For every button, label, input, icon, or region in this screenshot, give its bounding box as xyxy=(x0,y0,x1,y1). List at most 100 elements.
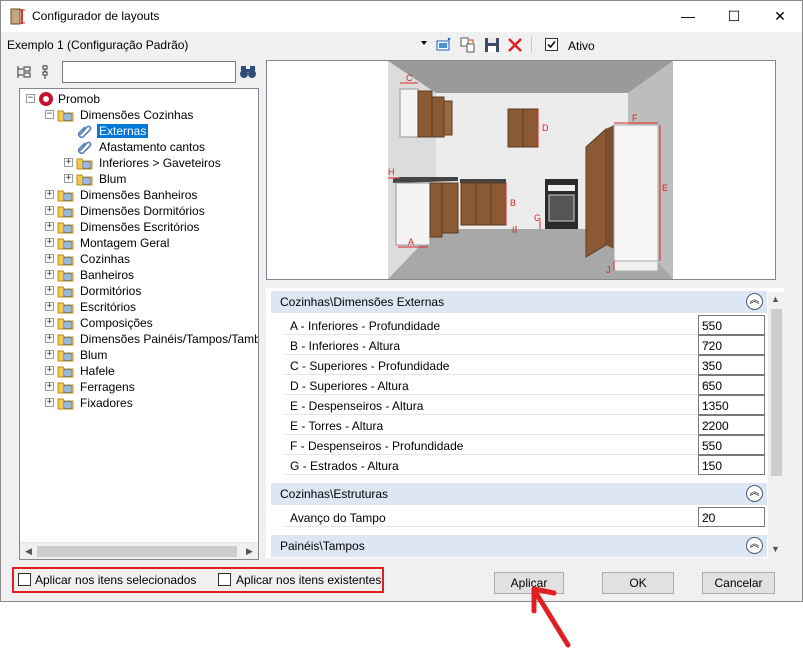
cancel-button[interactable]: Cancelar xyxy=(702,572,775,594)
scroll-down-icon[interactable]: ▼ xyxy=(771,544,780,554)
ok-button[interactable]: OK xyxy=(602,572,674,594)
property-value-dropdown[interactable]: 20 ⌵ xyxy=(698,507,765,527)
chevron-down-icon[interactable]: ⌵ xyxy=(702,417,760,430)
tree-node[interactable]: − Dimensões Cozinhas xyxy=(45,107,258,123)
apply-selected-checkbox[interactable] xyxy=(18,573,31,586)
tree-expander[interactable]: + xyxy=(45,398,54,407)
tree-expander[interactable]: + xyxy=(45,206,54,215)
apply-existing-checkbox[interactable] xyxy=(218,573,231,586)
tree-expander[interactable]: + xyxy=(64,158,73,167)
chevron-down-icon[interactable]: ⌵ xyxy=(702,509,760,522)
tree-node-label: Externas xyxy=(97,124,149,138)
tree-node[interactable]: + Dimensões Banheiros xyxy=(45,187,258,203)
tree-expander[interactable]: + xyxy=(45,286,54,295)
apply-selected-label[interactable]: Aplicar nos itens selecionados xyxy=(35,573,196,587)
property-value-dropdown[interactable]: 550 ⌵ xyxy=(698,435,765,455)
tree-node[interactable]: + Escritórios xyxy=(45,299,258,315)
collapse-tree-icon[interactable] xyxy=(39,63,57,81)
chevron-down-icon[interactable]: ⌵ xyxy=(702,377,760,390)
tree-node[interactable]: + Blum xyxy=(45,347,258,363)
layout-dropdown-icon[interactable] xyxy=(421,41,427,45)
new-layout-icon[interactable] xyxy=(435,36,453,54)
tree-expander[interactable]: + xyxy=(45,190,54,199)
property-value-dropdown[interactable]: 1350 ⌵ xyxy=(698,395,765,415)
tree-node[interactable]: + Hafele xyxy=(45,363,258,379)
folder-icon xyxy=(57,382,74,394)
tree-node[interactable]: + Dimensões Painéis/Tampos/Tambura xyxy=(45,331,258,347)
property-category-header[interactable]: Painéis\Tampos ︽ xyxy=(271,535,767,557)
tree-node[interactable]: + Dimensões Escritórios xyxy=(45,219,258,235)
tree-expander[interactable]: + xyxy=(45,302,54,311)
scroll-right-icon[interactable]: ▶ xyxy=(246,546,253,557)
tree-node[interactable]: + Montagem Geral xyxy=(45,235,258,251)
save-icon[interactable] xyxy=(483,36,501,54)
chevron-down-icon[interactable]: ⌵ xyxy=(702,457,760,470)
property-value-dropdown[interactable]: 350 ⌵ xyxy=(698,355,765,375)
chevron-down-icon[interactable]: ⌵ xyxy=(702,337,760,350)
close-button[interactable]: ✕ xyxy=(757,1,803,32)
maximize-button[interactable]: ☐ xyxy=(711,1,757,32)
scroll-thumb[interactable] xyxy=(771,309,782,476)
tree-expander[interactable]: + xyxy=(45,334,54,343)
scroll-thumb[interactable] xyxy=(37,546,237,557)
dim-label-h: H xyxy=(388,167,395,177)
property-value-dropdown[interactable]: 550 ⌵ xyxy=(698,315,765,335)
tree-node[interactable]: + Banheiros xyxy=(45,267,258,283)
tree-node[interactable]: + Dimensões Dormitórios xyxy=(45,203,258,219)
layout-name[interactable]: Exemplo 1 (Configuração Padrão) xyxy=(7,38,188,52)
chevron-down-icon[interactable]: ⌵ xyxy=(702,317,760,330)
tree-node[interactable]: + Inferiores > Gaveteiros xyxy=(64,155,258,171)
tree-node[interactable]: + Cozinhas xyxy=(45,251,258,267)
toolbar-separator xyxy=(531,37,532,53)
expand-tree-icon[interactable] xyxy=(15,63,33,81)
collapse-category-icon[interactable]: ︽ xyxy=(746,485,763,502)
tree-node[interactable]: + Fixadores xyxy=(45,395,258,411)
tree-horizontal-scrollbar[interactable]: ◀ ▶ xyxy=(20,542,258,559)
binoculars-icon[interactable] xyxy=(238,63,258,81)
tree-expander[interactable]: + xyxy=(45,222,54,231)
property-value-dropdown[interactable]: 720 ⌵ xyxy=(698,335,765,355)
minimize-button[interactable]: — xyxy=(665,1,711,32)
property-row: B - Inferiores - Altura 720 ⌵ xyxy=(284,335,766,355)
tree-node-label: Dimensões Dormitórios xyxy=(80,204,205,218)
collapse-category-icon[interactable]: ︽ xyxy=(746,537,763,554)
property-category-header[interactable]: Cozinhas\Estruturas ︽ xyxy=(271,483,767,505)
copy-layout-icon[interactable] xyxy=(459,36,477,54)
delete-icon[interactable] xyxy=(506,36,524,54)
tree-expander[interactable]: + xyxy=(45,366,54,375)
tree-expander[interactable]: + xyxy=(45,270,54,279)
property-value-dropdown[interactable]: 150 ⌵ xyxy=(698,455,765,475)
property-value-dropdown[interactable]: 2200 ⌵ xyxy=(698,415,765,435)
tree-node-root[interactable]: − Promob xyxy=(26,91,246,107)
window-title: Configurador de layouts xyxy=(32,9,160,23)
tree-node[interactable]: + Blum xyxy=(64,171,258,187)
tree-node-label: Dormitórios xyxy=(80,284,142,298)
tree-expander[interactable]: + xyxy=(45,254,54,263)
tree-node[interactable]: Afastamento cantos xyxy=(64,139,258,155)
tree-node[interactable]: + Ferragens xyxy=(45,379,258,395)
apply-existing-label[interactable]: Aplicar nos itens existentes xyxy=(236,573,381,587)
tree-expander[interactable]: + xyxy=(45,350,54,359)
tree-expander[interactable]: + xyxy=(45,238,54,247)
tree-node[interactable]: + Composições xyxy=(45,315,258,331)
app-icon xyxy=(10,8,25,25)
chevron-down-icon[interactable]: ⌵ xyxy=(702,357,760,370)
tree-node[interactable]: Externas xyxy=(64,123,258,139)
collapse-category-icon[interactable]: ︽ xyxy=(746,293,763,310)
property-value-dropdown[interactable]: 650 ⌵ xyxy=(698,375,765,395)
property-vertical-scrollbar[interactable]: ▲ ▼ xyxy=(768,292,785,558)
search-input[interactable] xyxy=(62,61,236,83)
chevron-down-icon[interactable]: ⌵ xyxy=(702,397,760,410)
tree-expander[interactable]: + xyxy=(64,174,73,183)
scroll-left-icon[interactable]: ◀ xyxy=(25,546,32,557)
tree-expander[interactable]: − xyxy=(26,94,35,103)
tree-expander[interactable]: − xyxy=(45,110,54,119)
tree-expander[interactable]: + xyxy=(45,382,54,391)
active-checkbox[interactable] xyxy=(545,38,558,51)
chevron-down-icon[interactable]: ⌵ xyxy=(702,437,760,450)
tree-node[interactable]: + Dormitórios xyxy=(45,283,258,299)
tree-expander[interactable]: + xyxy=(45,318,54,327)
property-category-header[interactable]: Cozinhas\Dimensões Externas ︽ xyxy=(271,291,767,313)
category-title: Cozinhas\Dimensões Externas xyxy=(280,295,445,309)
scroll-up-icon[interactable]: ▲ xyxy=(771,294,780,304)
